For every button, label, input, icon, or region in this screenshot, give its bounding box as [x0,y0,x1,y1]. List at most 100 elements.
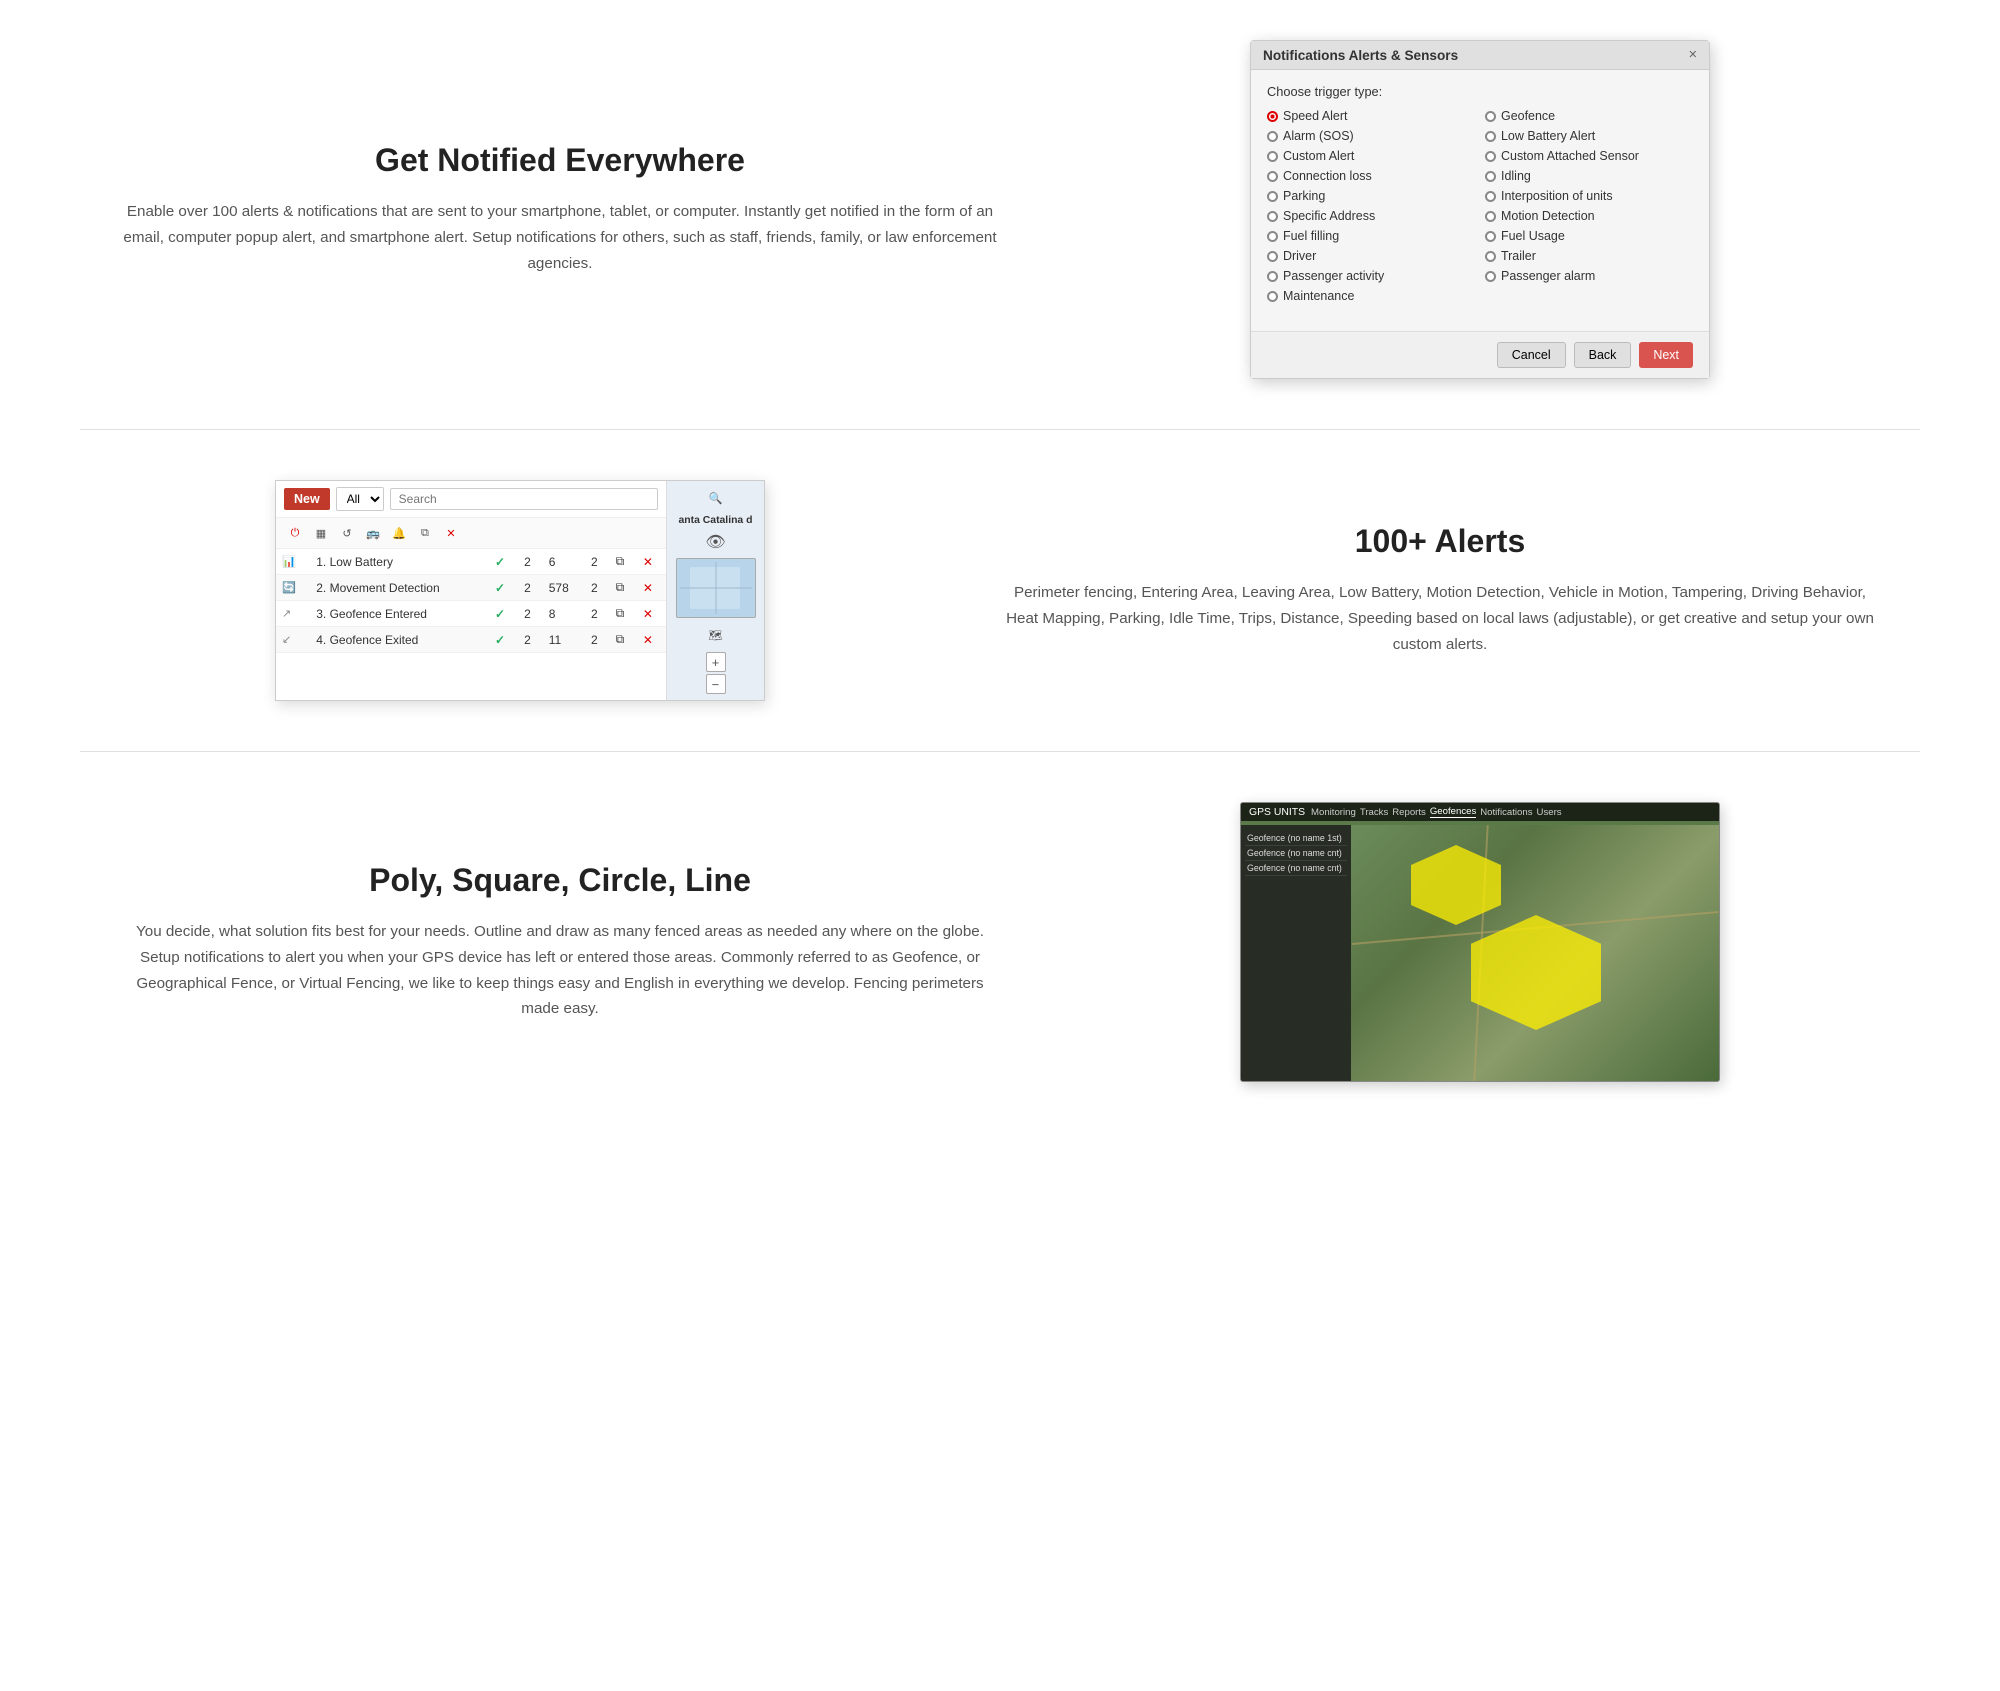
close-icon[interactable]: ✕ [440,522,462,544]
row-count2: 578 [543,575,585,601]
row-copy[interactable]: ⧉ [610,601,637,627]
radio-geofence[interactable] [1485,111,1496,122]
radio-connection-loss[interactable] [1267,171,1278,182]
option-fuel-filling[interactable]: Fuel filling [1267,229,1475,243]
copy-icon[interactable]: ⧉ [414,522,436,544]
geo-tab-users[interactable]: Users [1537,807,1562,818]
geo-map-area [1351,825,1719,1081]
geo-titlebar: GPS UNITS Monitoring Tracks Reports Geof… [1241,803,1719,821]
option-label: Passenger alarm [1501,269,1595,283]
option-label: Specific Address [1283,209,1375,223]
radio-passenger-alarm[interactable] [1485,271,1496,282]
option-parking[interactable]: Parking [1267,189,1475,203]
option-label: Idling [1501,169,1531,183]
row-count1: 2 [518,627,543,653]
row-delete[interactable]: ✕ [637,627,666,653]
list-item[interactable]: Geofence (no name cnt) [1245,861,1347,876]
option-specific-address[interactable]: Specific Address [1267,209,1475,223]
option-connection-loss[interactable]: Connection loss [1267,169,1475,183]
geo-tab-tracks[interactable]: Tracks [1360,807,1388,818]
radio-trailer[interactable] [1485,251,1496,262]
close-icon[interactable]: × [1689,47,1697,63]
option-geofence[interactable]: Geofence [1485,109,1693,123]
option-low-battery-alert[interactable]: Low Battery Alert [1485,129,1693,143]
radio-fuel-usage[interactable] [1485,231,1496,242]
option-passenger-alarm[interactable]: Passenger alarm [1485,269,1693,283]
all-select[interactable]: All [336,487,384,511]
calendar-icon[interactable]: ▦ [310,522,332,544]
option-custom-alert[interactable]: Custom Alert [1267,149,1475,163]
list-item[interactable]: Geofence (no name cnt) [1245,846,1347,861]
row-copy[interactable]: ⧉ [610,549,637,575]
truck-icon[interactable]: 🚌 [362,522,384,544]
row-copy[interactable]: ⧉ [610,575,637,601]
row-delete[interactable]: ✕ [637,575,666,601]
radio-custom-sensor[interactable] [1485,151,1496,162]
geo-tab-notifications[interactable]: Notifications [1480,807,1532,818]
radio-interposition[interactable] [1485,191,1496,202]
row-count2: 11 [543,627,585,653]
option-driver[interactable]: Driver [1267,249,1475,263]
row-delete[interactable]: ✕ [637,549,666,575]
cancel-button[interactable]: Cancel [1497,342,1566,368]
notified-image: Notifications Alerts & Sensors × Choose … [1040,40,1920,379]
alerts-toolbar: New All [276,481,666,518]
radio-alarm-sos[interactable] [1267,131,1278,142]
option-trailer[interactable]: Trailer [1485,249,1693,263]
geo-title: Poly, Square, Circle, Line [120,862,1000,899]
option-speed-alert[interactable]: Speed Alert [1267,109,1475,123]
radio-idling[interactable] [1485,171,1496,182]
radio-motion-detection[interactable] [1485,211,1496,222]
zoom-out-button[interactable]: − [706,674,726,694]
option-label: Motion Detection [1501,209,1595,223]
option-idling[interactable]: Idling [1485,169,1693,183]
option-passenger-activity[interactable]: Passenger activity [1267,269,1475,283]
option-fuel-usage[interactable]: Fuel Usage [1485,229,1693,243]
bell-icon[interactable]: 🔔 [388,522,410,544]
layers-icon[interactable]: 🗺 [705,624,727,646]
option-custom-sensor[interactable]: Custom Attached Sensor [1485,149,1693,163]
eye-icon[interactable]: 👁 [705,532,725,552]
geo-nav-tabs: Monitoring Tracks Reports Geofences Noti… [1311,806,1562,818]
option-alarm-sos[interactable]: Alarm (SOS) [1267,129,1475,143]
radio-custom-alert[interactable] [1267,151,1278,162]
option-interposition[interactable]: Interposition of units [1485,189,1693,203]
dialog-title: Notifications Alerts & Sensors [1263,48,1458,63]
option-label: Interposition of units [1501,189,1613,203]
row-count1: 2 [518,601,543,627]
next-button[interactable]: Next [1639,342,1693,368]
list-item[interactable]: Geofence (no name 1st) [1245,831,1347,846]
alerts-table: 📊 1. Low Battery ✓ 2 6 2 ⧉ ✕ 🔄 2. Moveme… [276,549,666,653]
geo-tab-geofences[interactable]: Geofences [1430,806,1476,818]
search-input[interactable] [390,488,658,510]
row-copy[interactable]: ⧉ [610,627,637,653]
option-maintenance[interactable]: Maintenance [1267,289,1475,303]
radio-fuel-filling[interactable] [1267,231,1278,242]
radio-specific-address[interactable] [1267,211,1278,222]
geo-tab-monitoring[interactable]: Monitoring [1311,807,1356,818]
new-button[interactable]: New [284,488,330,510]
radio-maintenance[interactable] [1267,291,1278,302]
option-label: Custom Attached Sensor [1501,149,1639,163]
geo-body: You decide, what solution fits best for … [120,919,1000,1022]
row-check: ✓ [489,575,518,601]
radio-low-battery[interactable] [1485,131,1496,142]
zoom-in-button[interactable]: + [706,652,726,672]
row-delete[interactable]: ✕ [637,601,666,627]
power-icon[interactable]: ⏻ [284,522,306,544]
radio-driver[interactable] [1267,251,1278,262]
alerts-image: New All ⏻ ▦ ↺ 🚌 🔔 ⧉ ✕ [80,480,960,701]
radio-speed-alert[interactable] [1267,111,1278,122]
table-row: 📊 1. Low Battery ✓ 2 6 2 ⧉ ✕ [276,549,666,575]
option-label: Fuel filling [1283,229,1339,243]
option-motion-detection[interactable]: Motion Detection [1485,209,1693,223]
alerts-text: 100+ Alerts Perimeter fencing, Entering … [960,503,1920,678]
option-label: Alarm (SOS) [1283,129,1354,143]
geo-tab-reports[interactable]: Reports [1392,807,1426,818]
radio-passenger-activity[interactable] [1267,271,1278,282]
search-icon[interactable]: 🔍 [705,487,727,509]
map-location-label: anta Catalina d [679,515,753,526]
refresh-icon[interactable]: ↺ [336,522,358,544]
back-button[interactable]: Back [1574,342,1632,368]
radio-parking[interactable] [1267,191,1278,202]
